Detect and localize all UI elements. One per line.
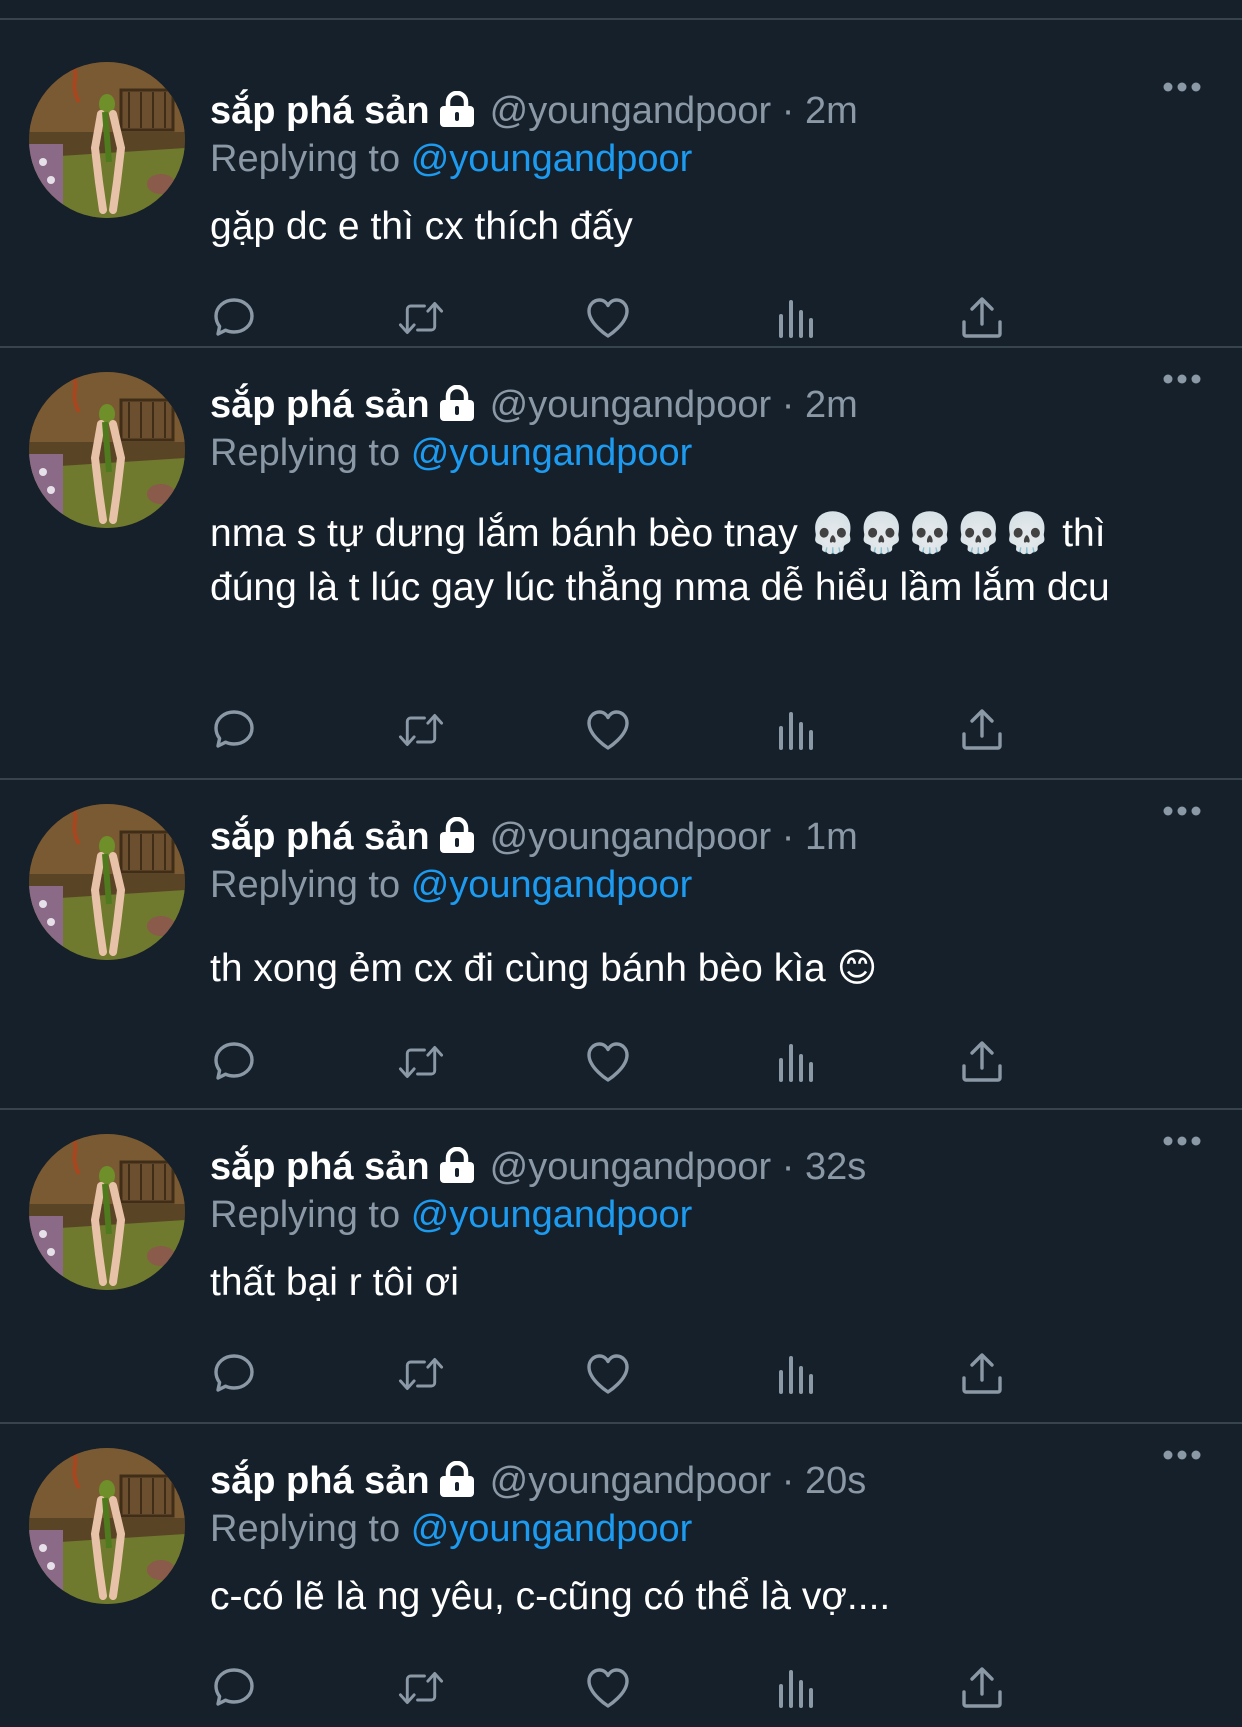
display-name[interactable]: sắp phá sản — [210, 384, 430, 426]
timestamp[interactable]: 1m — [805, 816, 858, 858]
share-icon[interactable] — [958, 1038, 1006, 1086]
replying-prefix: Replying to — [210, 1194, 401, 1236]
display-name[interactable]: sắp phá sản — [210, 816, 430, 858]
retweet-icon[interactable] — [397, 1350, 445, 1398]
action-bar — [210, 1350, 1110, 1398]
avatar[interactable] — [29, 62, 185, 218]
tweet-text: nma s tự dưng lắm bánh bèo tnay 💀💀💀💀💀 th… — [210, 512, 1110, 609]
replying-to: Replying to @youngandpoor — [210, 1190, 692, 1240]
tweet-header: sắp phá sản @youngandpoor · 2m — [210, 380, 858, 430]
views-icon[interactable] — [771, 706, 819, 754]
action-bar — [210, 706, 1110, 754]
more-icon[interactable] — [1162, 80, 1202, 92]
tweet-text: thất bại r tôi ơi — [210, 1261, 459, 1304]
tweet[interactable]: sắp phá sản @youngandpoor · 2m Replying t… — [0, 20, 1242, 348]
avatar[interactable] — [29, 804, 185, 960]
lock-icon — [438, 1460, 476, 1510]
reply-icon[interactable] — [210, 1350, 258, 1398]
tweet[interactable]: sắp phá sản @youngandpoor · 2m Replying t… — [0, 350, 1242, 780]
share-icon[interactable] — [958, 294, 1006, 342]
user-handle[interactable]: @youngandpoor — [490, 90, 772, 132]
user-handle[interactable]: @youngandpoor — [490, 384, 772, 426]
tweet[interactable]: sắp phá sản @youngandpoor · 20s Replying … — [0, 1426, 1242, 1727]
avatar[interactable] — [29, 1448, 185, 1604]
separator-dot: · — [781, 1146, 795, 1188]
share-icon[interactable] — [958, 1664, 1006, 1712]
like-icon[interactable] — [584, 1664, 632, 1712]
action-bar — [210, 1664, 1110, 1712]
tweet-header: sắp phá sản @youngandpoor · 32s — [210, 1142, 866, 1192]
replying-prefix: Replying to — [210, 138, 401, 180]
action-bar — [210, 294, 1110, 342]
reply-icon[interactable] — [210, 706, 258, 754]
lock-icon — [438, 384, 476, 434]
replying-to-link[interactable]: @youngandpoor — [411, 1508, 693, 1550]
timestamp[interactable]: 2m — [805, 384, 858, 426]
more-icon[interactable] — [1162, 372, 1202, 384]
tweet[interactable]: sắp phá sản @youngandpoor · 1m Replying t… — [0, 782, 1242, 1110]
views-icon[interactable] — [771, 294, 819, 342]
avatar[interactable] — [29, 372, 185, 528]
display-name[interactable]: sắp phá sản — [210, 90, 430, 132]
tweet[interactable]: sắp phá sản @youngandpoor · 32s Replying … — [0, 1112, 1242, 1424]
retweet-icon[interactable] — [397, 706, 445, 754]
tweet-header: sắp phá sản @youngandpoor · 1m — [210, 812, 858, 862]
separator-dot: · — [781, 1460, 795, 1502]
replying-to: Replying to @youngandpoor — [210, 134, 692, 184]
timestamp[interactable]: 32s — [805, 1146, 866, 1188]
share-icon[interactable] — [958, 1350, 1006, 1398]
share-icon[interactable] — [958, 706, 1006, 754]
lock-icon — [438, 1146, 476, 1196]
display-name[interactable]: sắp phá sản — [210, 1146, 430, 1188]
more-icon[interactable] — [1162, 804, 1202, 816]
user-handle[interactable]: @youngandpoor — [490, 1146, 772, 1188]
timestamp[interactable]: 20s — [805, 1460, 866, 1502]
separator-dot: · — [781, 90, 795, 132]
user-handle[interactable]: @youngandpoor — [490, 816, 772, 858]
views-icon[interactable] — [771, 1664, 819, 1712]
views-icon[interactable] — [771, 1038, 819, 1086]
action-bar — [210, 1038, 1110, 1086]
replying-to-link[interactable]: @youngandpoor — [411, 138, 693, 180]
like-icon[interactable] — [584, 706, 632, 754]
like-icon[interactable] — [584, 1038, 632, 1086]
replying-prefix: Replying to — [210, 864, 401, 906]
display-name[interactable]: sắp phá sản — [210, 1460, 430, 1502]
like-icon[interactable] — [584, 1350, 632, 1398]
tweet-header: sắp phá sản @youngandpoor · 20s — [210, 1456, 866, 1506]
separator-dot: · — [781, 816, 795, 858]
replying-to: Replying to @youngandpoor — [210, 1504, 692, 1554]
reply-icon[interactable] — [210, 1038, 258, 1086]
tweet-header: sắp phá sản @youngandpoor · 2m — [210, 86, 858, 136]
timestamp[interactable]: 2m — [805, 90, 858, 132]
retweet-icon[interactable] — [397, 294, 445, 342]
replying-to: Replying to @youngandpoor — [210, 860, 692, 910]
retweet-icon[interactable] — [397, 1664, 445, 1712]
retweet-icon[interactable] — [397, 1038, 445, 1086]
replying-prefix: Replying to — [210, 432, 401, 474]
tweet-text: th xong ẻm cx đi cùng bánh bèo kìa 😊 — [210, 947, 878, 990]
like-icon[interactable] — [584, 294, 632, 342]
tweet-text: c-có lẽ là ng yêu, c-cũng có thể là vợ..… — [210, 1575, 891, 1618]
user-handle[interactable]: @youngandpoor — [490, 1460, 772, 1502]
reply-icon[interactable] — [210, 1664, 258, 1712]
lock-icon — [438, 816, 476, 866]
more-icon[interactable] — [1162, 1448, 1202, 1460]
lock-icon — [438, 90, 476, 140]
replying-to-link[interactable]: @youngandpoor — [411, 864, 693, 906]
separator-dot: · — [781, 384, 795, 426]
tweet-text: gặp dc e thì cx thích đấy — [210, 205, 633, 248]
views-icon[interactable] — [771, 1350, 819, 1398]
reply-icon[interactable] — [210, 294, 258, 342]
replying-prefix: Replying to — [210, 1508, 401, 1550]
avatar[interactable] — [29, 1134, 185, 1290]
replying-to-link[interactable]: @youngandpoor — [411, 1194, 693, 1236]
replying-to: Replying to @youngandpoor — [210, 428, 692, 478]
replying-to-link[interactable]: @youngandpoor — [411, 432, 693, 474]
more-icon[interactable] — [1162, 1134, 1202, 1146]
